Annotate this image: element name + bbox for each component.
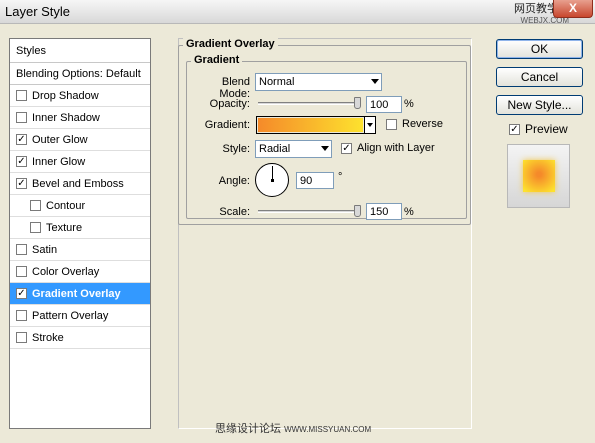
effect-checkbox[interactable]	[16, 90, 27, 101]
reverse-checkbox-box[interactable]	[386, 118, 397, 130]
effect-checkbox[interactable]: ✓	[16, 156, 27, 167]
degree-sign: °	[338, 171, 343, 183]
effect-checkbox[interactable]	[16, 310, 27, 321]
scale-percent: %	[404, 206, 414, 218]
watermark-bottom-site: WWW.MISSYUAN.COM	[284, 425, 372, 434]
effect-item-inner-shadow[interactable]: Inner Shadow	[10, 107, 150, 129]
scale-slider[interactable]	[258, 210, 358, 213]
effect-label: Gradient Overlay	[32, 287, 121, 300]
effect-label: Texture	[46, 221, 83, 234]
effect-item-gradient-overlay[interactable]: ✓ Gradient Overlay	[10, 283, 150, 305]
effect-label: Stroke	[32, 331, 64, 344]
effect-item-pattern-overlay[interactable]: Pattern Overlay	[10, 305, 150, 327]
preview-checkbox[interactable]: ✓ Preview	[509, 122, 568, 136]
effect-label: Drop Shadow	[32, 89, 99, 102]
effect-label: Color Overlay	[32, 265, 100, 278]
effect-label: Contour	[46, 199, 86, 212]
styles-header[interactable]: Styles	[10, 39, 150, 63]
effect-checkbox[interactable]	[16, 112, 27, 123]
effect-checkbox[interactable]: ✓	[16, 134, 27, 145]
opacity-input[interactable]: 100	[366, 96, 402, 113]
effect-item-contour[interactable]: Contour	[10, 195, 150, 217]
effect-item-outer-glow[interactable]: ✓ Outer Glow	[10, 129, 150, 151]
angle-center	[271, 179, 274, 182]
blend-mode-value: Normal	[259, 76, 295, 88]
blend-mode-select[interactable]: Normal	[255, 73, 382, 91]
effect-label: Outer Glow	[32, 133, 88, 146]
effect-item-satin[interactable]: Satin	[10, 239, 150, 261]
angle-label: Angle:	[218, 175, 250, 187]
reverse-label: Reverse	[402, 118, 443, 130]
align-label: Align with Layer	[357, 142, 435, 154]
gradient-subgroup-title: Gradient	[191, 54, 243, 66]
effect-checkbox[interactable]	[16, 244, 27, 255]
preview-thumbnail	[507, 144, 570, 208]
opacity-slider[interactable]	[258, 102, 358, 105]
align-with-layer-checkbox[interactable]: ✓ Align with Layer	[341, 142, 435, 154]
styles-list-panel: Styles Blending Options: Default Drop Sh…	[9, 38, 151, 429]
gradient-picker[interactable]	[256, 116, 376, 134]
gradient-label: Gradient:	[204, 119, 250, 131]
opacity-slider-thumb[interactable]	[354, 97, 361, 109]
effect-checkbox[interactable]	[16, 266, 27, 277]
blend-mode-label: Blend Mode:	[219, 76, 250, 100]
effect-item-inner-glow[interactable]: ✓ Inner Glow	[10, 151, 150, 173]
reverse-checkbox[interactable]: Reverse	[386, 118, 443, 130]
effect-label: Satin	[32, 243, 58, 256]
watermark-bottom: 思缘设计论坛 WWW.MISSYUAN.COM	[215, 420, 371, 436]
angle-dial[interactable]	[255, 163, 289, 197]
gradient-dropdown-button[interactable]	[364, 117, 375, 133]
align-checkbox-box[interactable]: ✓	[341, 142, 352, 154]
opacity-percent: %	[404, 98, 414, 110]
effect-item-stroke[interactable]: Stroke	[10, 327, 150, 349]
chevron-down-icon	[367, 123, 373, 127]
title-bar: Layer Style	[0, 0, 595, 24]
ok-button[interactable]: OK	[496, 39, 583, 59]
effect-label: Pattern Overlay	[32, 309, 109, 322]
blending-options-item[interactable]: Blending Options: Default	[10, 63, 150, 85]
chevron-down-icon	[371, 79, 379, 84]
scale-slider-thumb[interactable]	[354, 205, 361, 217]
opacity-label: Opacity:	[209, 98, 250, 110]
effect-item-drop-shadow[interactable]: Drop Shadow	[10, 85, 150, 107]
effect-checkbox[interactable]	[16, 332, 27, 343]
preview-label: Preview	[525, 122, 568, 136]
style-select[interactable]: Radial	[255, 140, 332, 158]
effects-list: Drop Shadow Inner Shadow ✓ Outer Glow ✓ Inner…	[10, 85, 150, 349]
scale-input[interactable]: 150	[366, 203, 402, 220]
close-button[interactable]: X	[553, 0, 593, 18]
effect-item-bevel-and-emboss[interactable]: ✓ Bevel and Emboss	[10, 173, 150, 195]
effect-checkbox[interactable]	[30, 200, 41, 211]
effect-item-texture[interactable]: Texture	[10, 217, 150, 239]
watermark-bottom-text: 思缘设计论坛	[215, 423, 281, 435]
gradient-preview[interactable]	[258, 118, 363, 132]
style-label: Style:	[222, 143, 250, 155]
effect-label: Inner Glow	[32, 155, 86, 168]
effect-checkbox[interactable]: ✓	[16, 288, 27, 299]
effect-checkbox[interactable]: ✓	[16, 178, 27, 189]
preview-swatch	[523, 160, 555, 192]
effect-item-color-overlay[interactable]: Color Overlay	[10, 261, 150, 283]
scale-label: Scale:	[219, 206, 250, 218]
new-style-button[interactable]: New Style...	[496, 95, 583, 115]
gradient-overlay-title: Gradient Overlay	[183, 38, 278, 50]
effect-label: Bevel and Emboss	[32, 177, 124, 190]
preview-checkbox-box[interactable]: ✓	[509, 123, 520, 135]
chevron-down-icon	[321, 146, 329, 151]
style-value: Radial	[259, 143, 291, 155]
angle-input[interactable]: 90	[296, 172, 334, 189]
window-title: Layer Style	[5, 4, 71, 19]
cancel-button[interactable]: Cancel	[496, 67, 583, 87]
effect-label: Inner Shadow	[32, 111, 100, 124]
effect-checkbox[interactable]	[30, 222, 41, 233]
